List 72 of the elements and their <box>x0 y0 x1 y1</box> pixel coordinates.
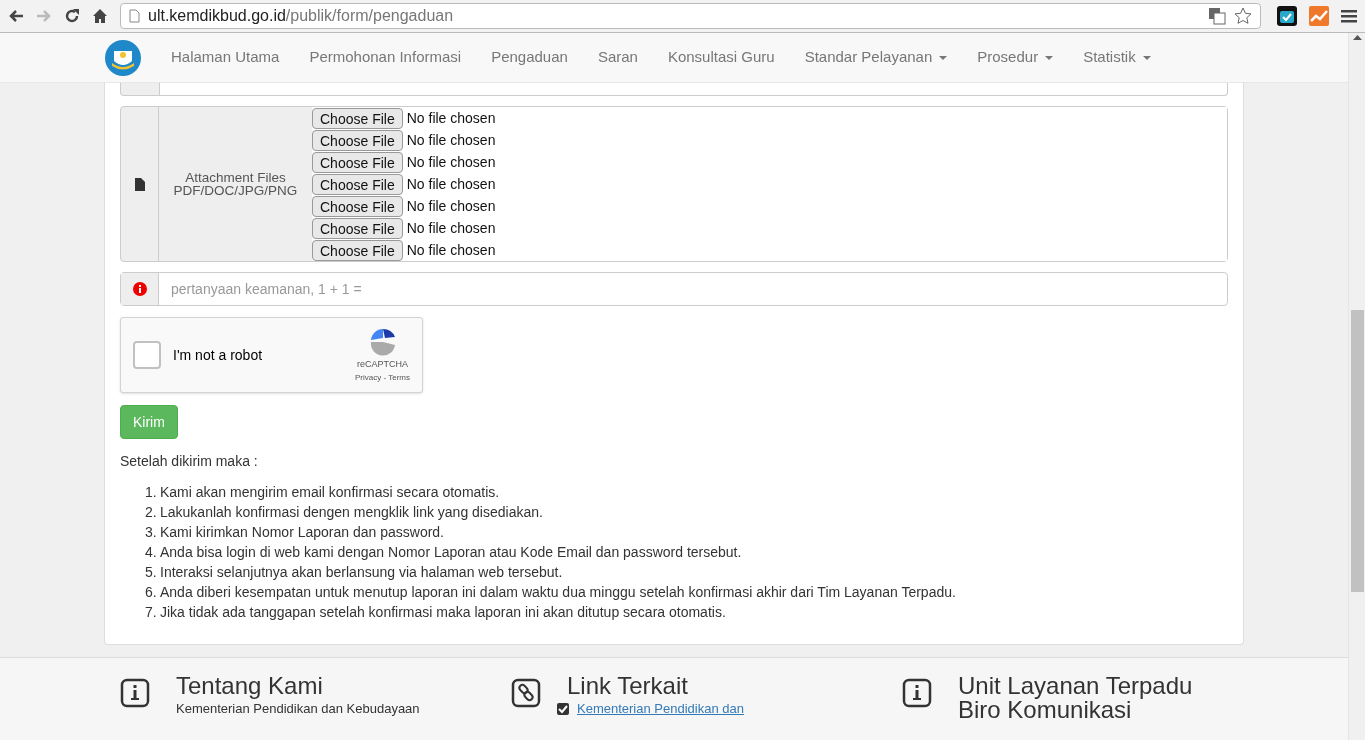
reload-icon[interactable] <box>64 8 80 24</box>
footer-link[interactable]: Kementerian Pendidikan dan <box>577 699 744 719</box>
nav-link[interactable]: Standar Pelayanan <box>789 46 963 69</box>
attachment-label: Attachment Files PDF/DOC/JPG/PNG <box>173 171 298 197</box>
checkbox-icon <box>557 702 569 715</box>
list-number: 4. <box>145 543 158 562</box>
nav-link[interactable]: Saran <box>582 46 653 69</box>
file-status: No file chosen <box>406 240 496 260</box>
list-number: 6. <box>145 583 158 602</box>
caret-icon <box>939 55 948 60</box>
list-number: 2. <box>145 503 158 522</box>
info-icon <box>902 678 932 708</box>
list-number: 7. <box>145 603 158 622</box>
list-item-text: Lakukanlah konfirmasi dengen mengklik link yang disediakan. <box>160 503 543 522</box>
file-status: No file chosen <box>406 174 496 194</box>
footer-heading: Tentang Kami <box>176 674 324 698</box>
link-separator: - <box>382 372 388 382</box>
back-icon[interactable] <box>8 9 24 23</box>
nav-link[interactable]: Prosedur <box>962 46 1069 69</box>
nav-link[interactable]: Konsultasi Guru <box>652 46 790 69</box>
list-item-text: Anda diberi kesempatan untuk menutup laporan ini dalam waktu dua minggu setelah konfirmasi akhir dari Tim Layanan Terpadu. <box>160 583 956 602</box>
nav-link[interactable]: Pengaduan <box>476 46 583 69</box>
info-icon <box>132 282 147 296</box>
url-text: ult.kemdikbud.go.id/publik/form/pengaduan <box>148 6 454 26</box>
terms-link[interactable]: Terms <box>388 372 410 382</box>
nav-link[interactable]: Halaman Utama <box>156 46 295 69</box>
list-number: 3. <box>145 523 158 542</box>
file-status: No file chosen <box>406 130 496 150</box>
camera-extension-icon[interactable] <box>1277 6 1297 26</box>
list-item-text: Interaksi selanjutnya akan berlansung via halaman web tersebut. <box>160 563 563 582</box>
scrollbar-thumb[interactable] <box>1350 310 1364 592</box>
list-number: 1. <box>145 483 158 502</box>
footer-heading: Unit Layanan Terpadu Biro Komunikasi <box>958 674 1194 722</box>
privacy-link[interactable]: Privacy <box>355 372 382 382</box>
file-status: No file chosen <box>406 196 496 216</box>
choose-file-button[interactable]: Choose File <box>312 217 403 239</box>
home-icon[interactable] <box>92 8 108 24</box>
address-bar[interactable]: ult.kemdikbud.go.id/publik/form/pengaduan <box>120 3 1261 29</box>
footer-text: Kementerian Pendidikan dan Kebudayaan <box>176 700 421 718</box>
menu-icon[interactable] <box>1341 9 1357 23</box>
logo-icon[interactable] <box>104 38 142 77</box>
list-number: 5. <box>145 563 158 582</box>
file-icon <box>134 177 145 191</box>
choose-file-button[interactable]: Choose File <box>312 151 403 173</box>
nav-link[interactable]: Permohonan Informasi <box>294 46 477 69</box>
star-icon[interactable] <box>1234 7 1252 25</box>
file-status: No file chosen <box>406 108 496 128</box>
list-item-text: Kami kirimkan Nomor Laporan dan password. <box>160 523 444 542</box>
list-item-text: Kami akan mengirim email konfirmasi secara otomatis. <box>160 483 500 502</box>
page-icon <box>129 9 140 23</box>
scroll-up-icon[interactable] <box>1352 35 1362 40</box>
captcha-checkbox[interactable] <box>133 341 161 369</box>
choose-file-button[interactable]: Choose File <box>312 173 403 195</box>
info-icon <box>120 678 150 708</box>
caret-icon <box>1045 55 1054 60</box>
file-status: No file chosen <box>406 152 496 172</box>
instructions-heading: Setelah dikirim maka : <box>120 452 259 471</box>
choose-file-button[interactable]: Choose File <box>312 107 403 129</box>
choose-file-button[interactable]: Choose File <box>312 195 403 217</box>
scrollbar[interactable] <box>1348 33 1365 740</box>
choose-file-button[interactable]: Choose File <box>312 129 403 151</box>
caret-icon <box>1142 55 1151 60</box>
chart-extension-icon[interactable] <box>1309 6 1329 26</box>
captcha-label: I'm not a robot <box>173 345 263 365</box>
list-item-text: Jika tidak ada tanggapan setelah konfirmasi maka laporan ini akan ditutup secara otomatis. <box>160 603 726 622</box>
footer-heading: Link Terkait <box>567 674 689 698</box>
recaptcha-brand: reCAPTCHA <box>357 358 408 372</box>
link-icon <box>511 678 541 708</box>
nav-link[interactable]: Statistik <box>1068 46 1166 69</box>
choose-file-button[interactable]: Choose File <box>312 239 403 261</box>
file-status: No file chosen <box>406 218 496 238</box>
list-item-text: Anda bisa login di web kami dengan Nomor Laporan atau Kode Email dan password tersebut. <box>160 543 742 562</box>
